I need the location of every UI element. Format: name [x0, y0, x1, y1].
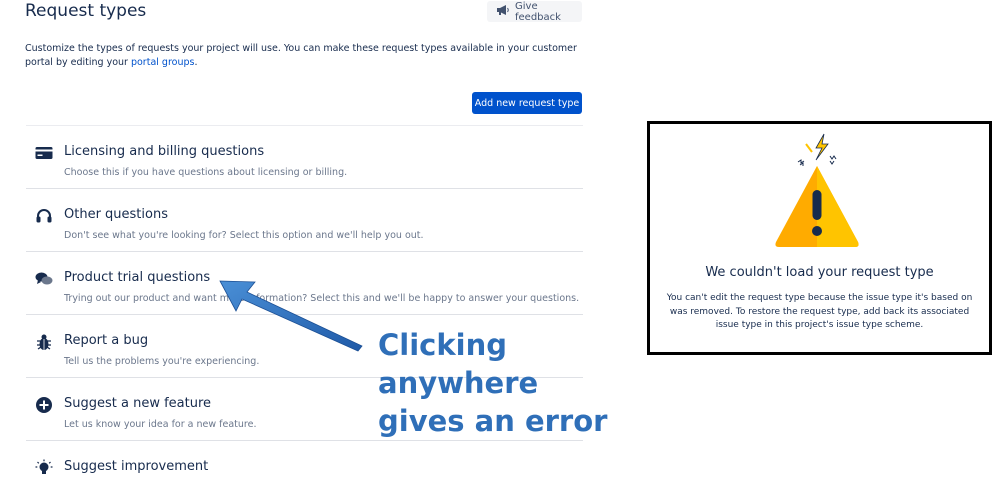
headset-icon — [35, 207, 53, 225]
annotation-text: Clicking anywhere gives an error — [378, 328, 608, 438]
request-type-title: Other questions — [64, 207, 168, 222]
request-type-description: Choose this if you have questions about … — [64, 167, 348, 178]
error-title: We couldn't load your request type — [705, 265, 934, 280]
lightbulb-icon — [35, 459, 53, 477]
request-type-item[interactable]: Licensing and billing questions Choose t… — [26, 125, 583, 188]
warning-icon — [775, 133, 859, 247]
portal-groups-link[interactable]: portal groups — [131, 57, 195, 68]
request-type-title: Licensing and billing questions — [64, 144, 265, 159]
error-message: You can't edit the request type because … — [666, 293, 973, 330]
request-type-description: Don't see what you're looking for? Selec… — [64, 230, 424, 241]
request-type-title: Suggest a new feature — [64, 396, 212, 411]
request-type-item[interactable]: Product trial questions Trying out our p… — [26, 251, 583, 314]
request-type-title: Report a bug — [64, 333, 149, 348]
request-type-item[interactable]: Suggest improvement — [26, 440, 583, 503]
bug-icon — [35, 333, 53, 351]
request-type-list: Licensing and billing questions Choose t… — [26, 125, 583, 503]
request-type-description: Trying out our product and want more inf… — [64, 293, 580, 304]
plus-circle-icon — [35, 396, 53, 414]
credit-card-icon — [35, 144, 53, 162]
request-type-description: Tell us the problems you're experiencing… — [64, 356, 260, 367]
error-panel: We couldn't load your request type You c… — [647, 121, 992, 355]
give-feedback-label: Give feedback — [515, 0, 561, 23]
page-description: Customize the types of requests your pro… — [25, 43, 577, 68]
give-feedback-button[interactable]: Give feedback — [487, 0, 582, 23]
page-title: Request types — [25, 1, 147, 21]
megaphone-icon — [496, 4, 510, 19]
chat-bubbles-icon — [35, 270, 53, 288]
request-type-description: Let us know your idea for a new feature. — [64, 419, 257, 430]
request-type-title: Suggest improvement — [64, 459, 209, 474]
add-new-request-type-button[interactable]: Add new request type — [472, 92, 582, 114]
request-type-item[interactable]: Other questions Don't see what you're lo… — [26, 188, 583, 251]
request-type-title: Product trial questions — [64, 270, 211, 285]
